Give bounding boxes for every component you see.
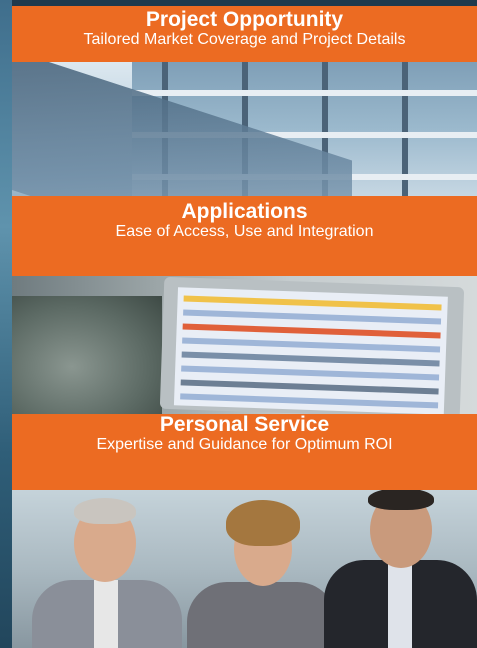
hair bbox=[74, 498, 136, 524]
personal-service-title: Personal Service bbox=[159, 413, 330, 436]
applications-band: Applications Ease of Access, Use and Int… bbox=[12, 196, 477, 276]
project-opportunity-subtitle: Tailored Market Coverage and Project Det… bbox=[83, 31, 406, 48]
hair bbox=[368, 490, 434, 510]
applications-title: Applications bbox=[181, 200, 308, 223]
applications-subtitle: Ease of Access, Use and Integration bbox=[115, 223, 374, 240]
personal-service-band: Personal Service Expertise and Guidance … bbox=[12, 414, 477, 490]
floor-line bbox=[132, 90, 477, 96]
screen-row-highlight bbox=[182, 323, 441, 339]
monitor bbox=[159, 276, 465, 414]
screen-row bbox=[180, 379, 439, 395]
monitor-screen bbox=[173, 287, 448, 414]
screen-row bbox=[181, 351, 440, 367]
background-plant bbox=[12, 296, 162, 414]
project-opportunity-band: Project Opportunity Tailored Market Cove… bbox=[12, 6, 477, 62]
shirt bbox=[388, 562, 412, 648]
screen-row bbox=[180, 393, 439, 409]
screen-row bbox=[181, 365, 440, 381]
business-team-photo bbox=[12, 490, 477, 648]
hair bbox=[226, 500, 300, 546]
screen-row bbox=[182, 337, 441, 353]
shirt bbox=[94, 580, 118, 648]
left-edge-strip bbox=[0, 0, 12, 648]
screen-row bbox=[183, 309, 442, 325]
computer-monitor-photo bbox=[12, 276, 477, 414]
project-opportunity-title: Project Opportunity bbox=[145, 8, 344, 31]
jacket bbox=[187, 582, 337, 648]
screen-toolbar bbox=[183, 295, 442, 311]
office-building-photo bbox=[12, 62, 477, 196]
personal-service-subtitle: Expertise and Guidance for Optimum ROI bbox=[96, 436, 393, 453]
